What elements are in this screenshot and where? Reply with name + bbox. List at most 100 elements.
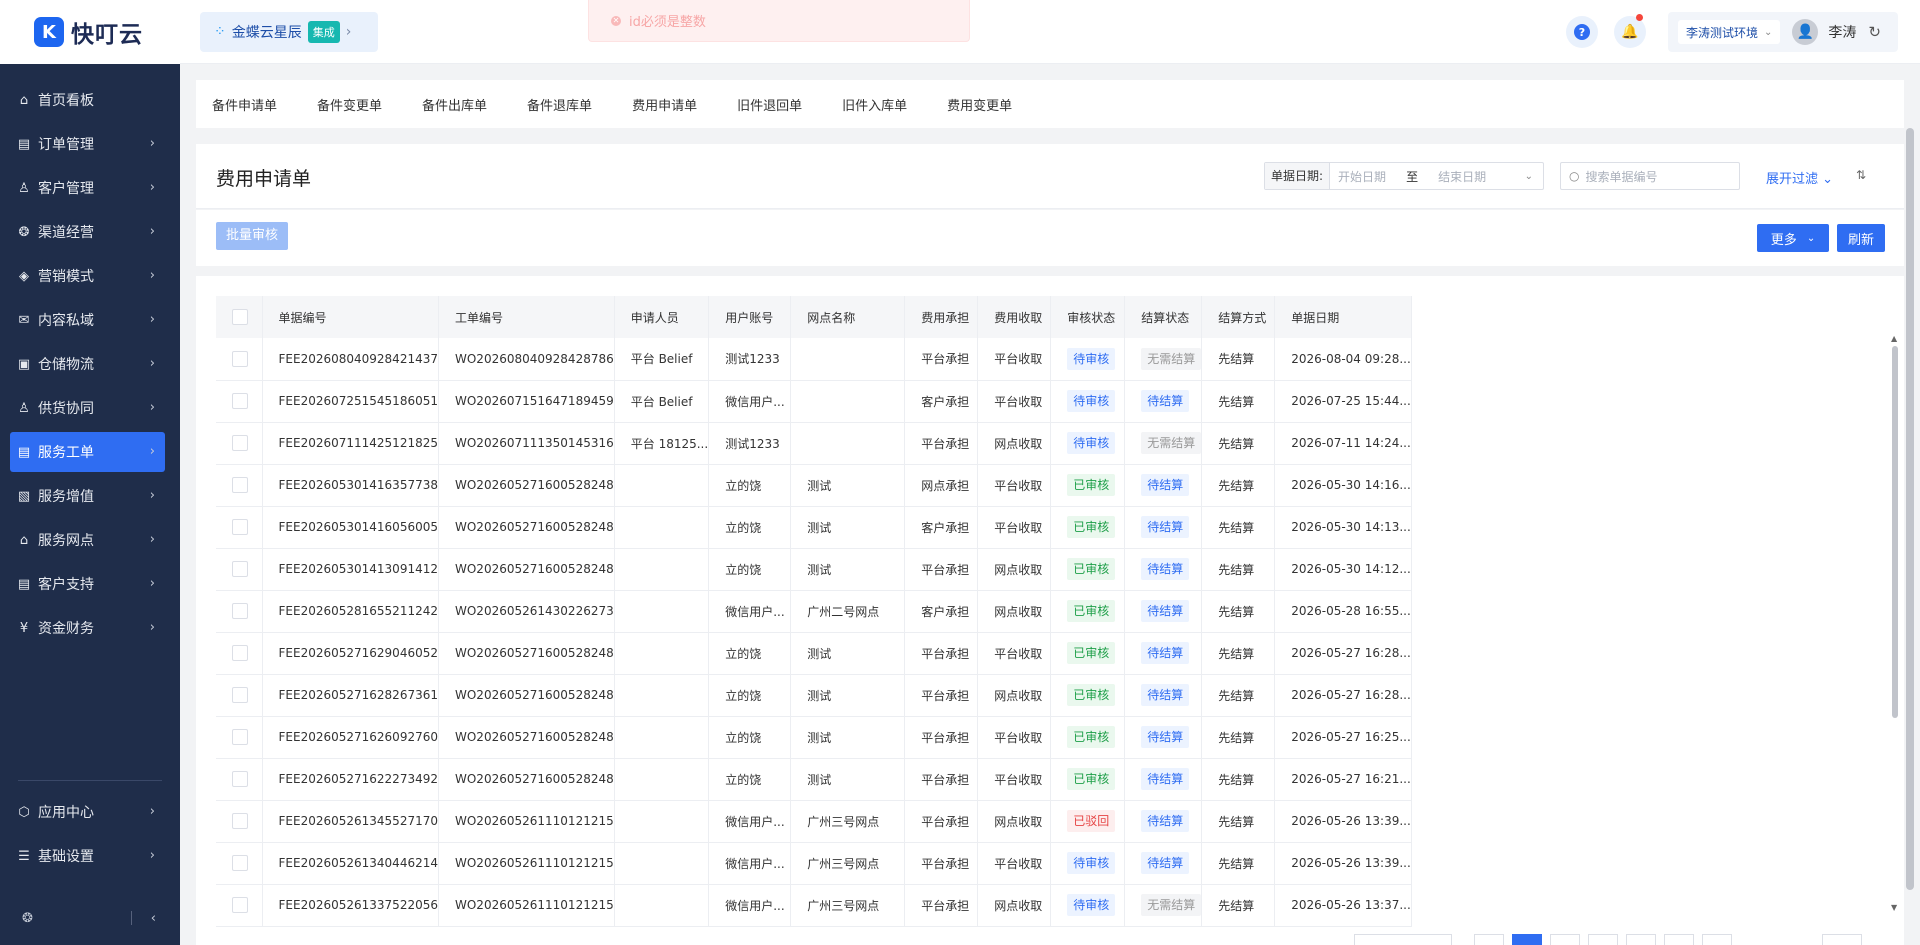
subtab[interactable]: 备件申请单 — [212, 95, 277, 114]
sidebar-item[interactable]: ♙ 供货协同 › — [10, 388, 165, 428]
row-checkbox[interactable] — [232, 645, 248, 661]
current-page-button[interactable] — [1512, 934, 1542, 945]
table-row[interactable]: FEE202605301413091412 WO20260527160052824… — [216, 548, 1412, 591]
table-row[interactable]: FEE202605261340446214 WO20260526111012121… — [216, 842, 1412, 885]
table-row[interactable]: FEE202605271622273492 WO20260527160052824… — [216, 758, 1412, 801]
refresh-icon[interactable]: ↻ — [1868, 23, 1881, 41]
end-date-input[interactable]: 结束日期 — [1438, 168, 1486, 185]
sidebar-item[interactable]: ❂ 渠道经营 › — [10, 212, 165, 252]
row-checkbox[interactable] — [232, 435, 248, 451]
row-checkbox[interactable] — [232, 350, 248, 367]
subtab[interactable]: 备件出库单 — [422, 95, 487, 114]
marketing-icon: ◈ — [19, 268, 29, 284]
row-checkbox[interactable] — [232, 477, 248, 493]
page-scroll-thumb[interactable] — [1906, 128, 1914, 890]
table-row[interactable]: FEE202605261345527170 WO20260526111012121… — [216, 800, 1412, 843]
more-button[interactable]: 更多 ⌄ — [1757, 224, 1829, 252]
logo-area[interactable]: K 快叮云 — [0, 0, 180, 64]
collapse-icon[interactable]: ‹ — [151, 911, 156, 926]
table-row[interactable]: FEE202605271628267361 WO20260527160052824… — [216, 674, 1412, 717]
expand-filter-button[interactable]: 展开过滤 ⌄ — [1766, 168, 1833, 187]
sidebar-item[interactable]: ♙ 客户管理 › — [10, 168, 165, 208]
row-checkbox[interactable] — [232, 561, 248, 577]
app-center-icon: ⬡ — [18, 804, 30, 820]
table-cell — [614, 716, 710, 759]
row-checkbox[interactable] — [232, 771, 248, 787]
table-row[interactable]: FEE202607111425121825 WO20260711135014531… — [216, 422, 1412, 465]
page-button[interactable] — [1626, 934, 1656, 945]
refresh-button[interactable]: 刷新 — [1837, 224, 1885, 252]
sidebar-item[interactable]: ⌂ 首页看板 — [10, 80, 165, 120]
table-row[interactable]: FEE202605281655211242 WO20260526143022627… — [216, 590, 1412, 633]
sidebar-item[interactable]: ✉ 内容私域 › — [10, 300, 165, 340]
page-button[interactable] — [1588, 934, 1618, 945]
table-cell: 先结算 — [1201, 380, 1276, 423]
subtab[interactable]: 旧件入库单 — [842, 95, 907, 114]
scroll-thumb[interactable] — [1892, 346, 1898, 718]
page-jump-input[interactable] — [1822, 934, 1862, 945]
user-name[interactable]: 李涛 — [1828, 22, 1856, 42]
table-cell: 测试1233 — [708, 338, 792, 381]
scroll-up-icon[interactable]: ▲ — [1891, 334, 1897, 343]
prev-page-button[interactable] — [1474, 934, 1504, 945]
subtab[interactable]: 旧件退回单 — [737, 95, 802, 114]
row-checkbox[interactable] — [232, 897, 248, 913]
sidebar-item[interactable]: ▣ 仓储物流 › — [10, 344, 165, 384]
sidebar-item[interactable]: ¥ 资金财务 › — [10, 608, 165, 648]
table-row[interactable]: FEE202607251545186051 WO20260715164718945… — [216, 380, 1412, 423]
sidebar-item[interactable]: ⬡ 应用中心 › — [10, 792, 165, 832]
page-scrollbar[interactable] — [1904, 128, 1916, 890]
row-checkbox[interactable] — [232, 603, 248, 619]
sort-icon[interactable]: ⇅ — [1856, 168, 1866, 182]
row-checkbox[interactable] — [232, 729, 248, 745]
page-button[interactable] — [1550, 934, 1580, 945]
row-checkbox[interactable] — [232, 813, 248, 829]
table-row[interactable]: FEE202605301416056005 WO20260527160052824… — [216, 506, 1412, 549]
page-button[interactable] — [1664, 934, 1694, 945]
chevron-right-icon: › — [149, 180, 155, 195]
row-checkbox[interactable] — [232, 855, 248, 871]
date-range-picker[interactable]: 单据日期: 开始日期 至 结束日期 ⌄ — [1264, 162, 1544, 190]
subtab[interactable]: 费用变更单 — [947, 95, 1012, 114]
sidebar-item[interactable]: ▤ 服务工单 › — [10, 432, 165, 472]
notification-button[interactable]: 🔔 — [1614, 14, 1646, 48]
sidebar-item[interactable]: ▤ 客户支持 › — [10, 564, 165, 604]
table-row[interactable]: FEE202608040928421437 WO20260804092842878… — [216, 338, 1412, 381]
sidebar-item[interactable]: ☰ 基础设置 › — [10, 836, 165, 876]
next-page-button[interactable] — [1702, 934, 1732, 945]
table-row[interactable]: FEE202605261337522056 WO20260526111012121… — [216, 884, 1412, 927]
start-date-input[interactable]: 开始日期 — [1338, 168, 1386, 185]
table-scrollbar[interactable]: ▲ ▼ — [1890, 334, 1900, 912]
sidebar-item[interactable]: ▤ 订单管理 › — [10, 124, 165, 164]
integration-chip[interactable]: ⁘ 金蝶云星辰 集成 › — [200, 12, 378, 52]
row-checkbox[interactable] — [232, 519, 248, 535]
page-size-select[interactable] — [1354, 934, 1452, 945]
env-select[interactable]: 李涛测试环境 ⌄ — [1678, 20, 1781, 44]
env-box: 李涛测试环境 ⌄ 👤 李涛 ↻ — [1668, 12, 1898, 52]
subtab[interactable]: 备件退库单 — [527, 95, 592, 114]
subtab[interactable]: 备件变更单 — [317, 95, 382, 114]
scroll-down-icon[interactable]: ▼ — [1891, 903, 1897, 912]
subtab[interactable]: 费用申请单 — [632, 95, 697, 114]
sidebar-item[interactable]: ⌂ 服务网点 › — [10, 520, 165, 560]
toast-message: id必须是整数 — [629, 15, 706, 30]
sidebar-item[interactable]: ▧ 服务增值 › — [10, 476, 165, 516]
help-button[interactable]: ? — [1566, 16, 1598, 48]
search-input[interactable]: ○ 搜索单据编号 — [1560, 162, 1740, 190]
avatar[interactable]: 👤 — [1792, 19, 1819, 45]
table-row[interactable]: FEE202605271626092760 WO20260527160052824… — [216, 716, 1412, 759]
table-cell — [790, 338, 906, 381]
row-select-cell — [216, 758, 263, 801]
table-row[interactable]: FEE202605271629046052 WO20260527160052824… — [216, 632, 1412, 675]
table-row[interactable]: FEE202605301416357738 WO20260527160052824… — [216, 464, 1412, 507]
settlement-status-badge: 待结算 — [1141, 642, 1190, 664]
toolbar: 批量审核 更多 ⌄ 刷新 — [196, 210, 1904, 266]
select-all-checkbox[interactable] — [232, 309, 248, 325]
review-status-badge: 已驳回 — [1067, 810, 1116, 832]
theme-icon[interactable]: ❂ — [22, 911, 33, 926]
search-icon: ○ — [1569, 169, 1580, 183]
row-checkbox[interactable] — [232, 393, 248, 409]
batch-review-button[interactable]: 批量审核 — [216, 222, 289, 250]
sidebar-item[interactable]: ◈ 营销模式 › — [10, 256, 165, 296]
row-checkbox[interactable] — [232, 687, 248, 703]
